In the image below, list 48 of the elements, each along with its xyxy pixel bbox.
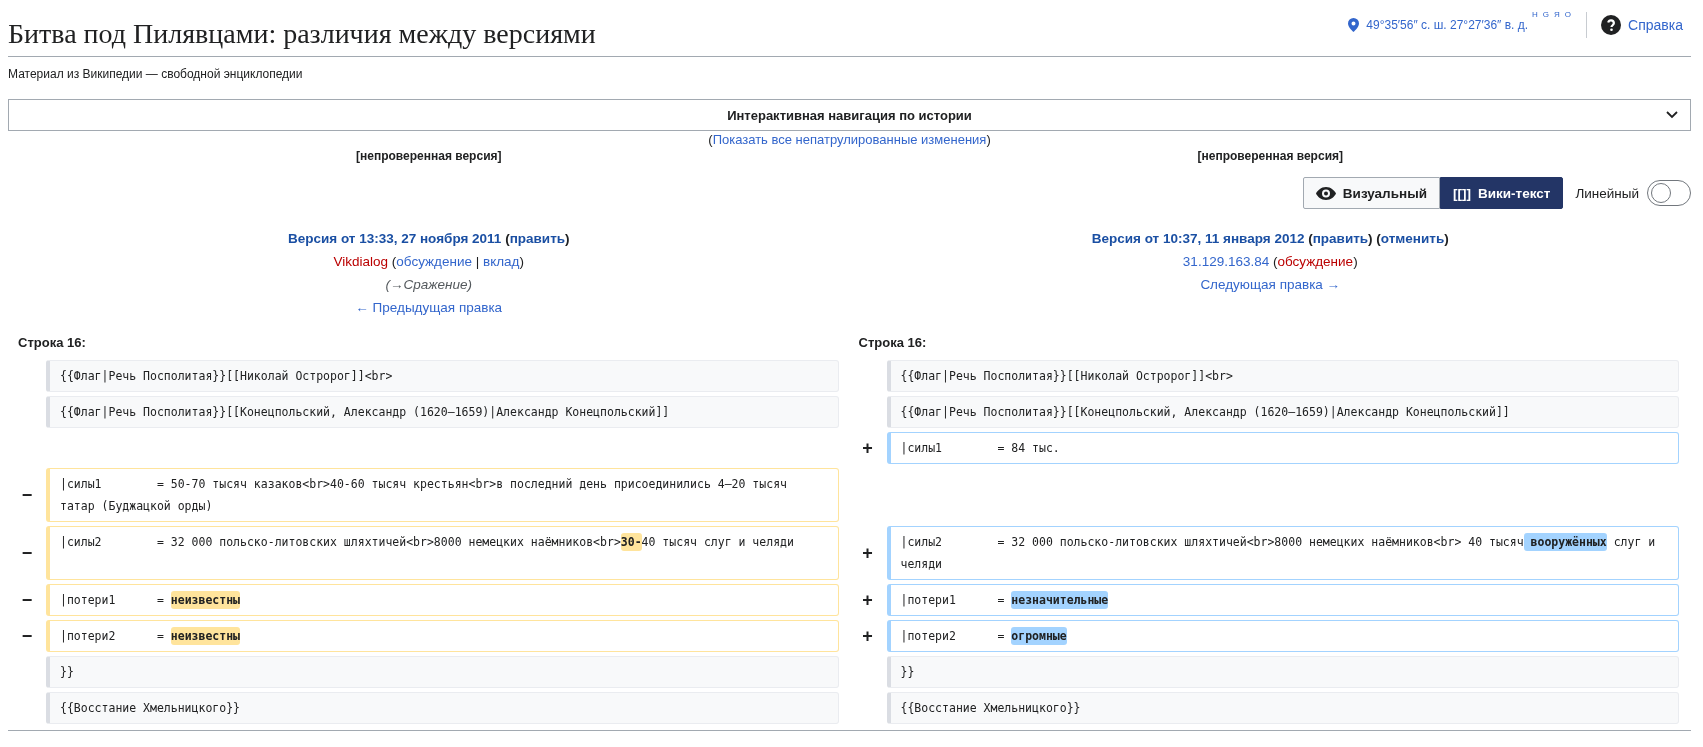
help-link[interactable]: Справка — [1628, 17, 1683, 33]
eye-icon — [1315, 186, 1336, 200]
added-line-marker: + — [862, 437, 873, 459]
map-link[interactable]: H — [1532, 10, 1539, 19]
revision-link[interactable]: обсуждение — [396, 254, 472, 270]
view-tab[interactable]: [[]] Вики-текст — [1440, 177, 1564, 210]
removed-line-marker: − — [21, 484, 33, 506]
map-link[interactable]: Я — [1554, 10, 1561, 19]
map-pin-icon — [1348, 18, 1360, 32]
map-link[interactable]: O — [1564, 10, 1573, 19]
revision-link[interactable]: Версия от 10:37, 11 января 2012 — [1091, 231, 1305, 247]
line-number-header: Строка 16: — [857, 334, 928, 353]
line-number-header: Строка 16: — [17, 334, 87, 353]
revision-link[interactable]: вклад — [483, 254, 520, 270]
revision-status: [непроверенная версия] — [355, 149, 503, 164]
removed-line-marker: − — [21, 542, 33, 564]
removed-line-marker: − — [21, 589, 33, 611]
revision-info: Vikdialog (обсуждение | вклад) — [333, 254, 524, 270]
revision-info: (→Сражение) — [385, 277, 472, 293]
chevron-icon — [1666, 111, 1678, 120]
unpatrolled-note: (Показать все непатрулированные изменения) — [708, 132, 991, 148]
inline-label: Линейный — [1575, 185, 1639, 201]
removed-line-marker: − — [21, 625, 33, 647]
revision-link[interactable]: обсуждение — [1277, 254, 1354, 270]
revision-status: [непроверенная версия] — [1196, 149, 1344, 164]
revision-heading: Версия от 10:37, 11 января 2012 (править) (отменить) — [1091, 231, 1449, 247]
coordinates-link[interactable]: 49°35′56″ с. ш. 27°27′36″ в. д. — [1366, 18, 1529, 32]
revision-link[interactable]: Версия от 13:33, 27 ноября 2011 — [287, 231, 502, 247]
revision-info: 31.129.163.84 (обсуждение) — [1182, 254, 1358, 270]
revision-link[interactable]: Vikdialog — [333, 254, 389, 270]
revision-link[interactable]: править — [1312, 231, 1369, 247]
page-title: Битва под Пилявцами: различия между версиями — [8, 17, 596, 51]
revision-link[interactable]: править — [509, 231, 566, 247]
view-tab[interactable]: Визуальный — [1302, 177, 1440, 210]
unpatrolled-changes-link[interactable]: Показать все непатрулированные изменения — [712, 132, 987, 148]
page-subtitle: Материал из Википедии — свободной энциклопедии — [8, 67, 304, 82]
history-navigation-bar[interactable]: Интерактивная навигация по истории — [8, 99, 1691, 132]
added-line-marker: + — [862, 542, 873, 564]
revision-heading: Версия от 13:33, 27 ноября 2011 (править) — [287, 231, 570, 247]
revision-link[interactable]: 31.129.163.84 — [1182, 254, 1270, 270]
revision-link[interactable]: ← Предыдущая правка — [355, 300, 503, 316]
map-link[interactable]: G — [1542, 10, 1551, 19]
help-icon — [1601, 15, 1622, 35]
revision-link[interactable]: отменить — [1380, 231, 1445, 247]
added-line-marker: + — [862, 589, 873, 611]
inline-toggle[interactable] — [1647, 180, 1691, 207]
revision-link[interactable]: Следующая правка → — [1200, 277, 1341, 293]
added-line-marker: + — [862, 625, 873, 647]
